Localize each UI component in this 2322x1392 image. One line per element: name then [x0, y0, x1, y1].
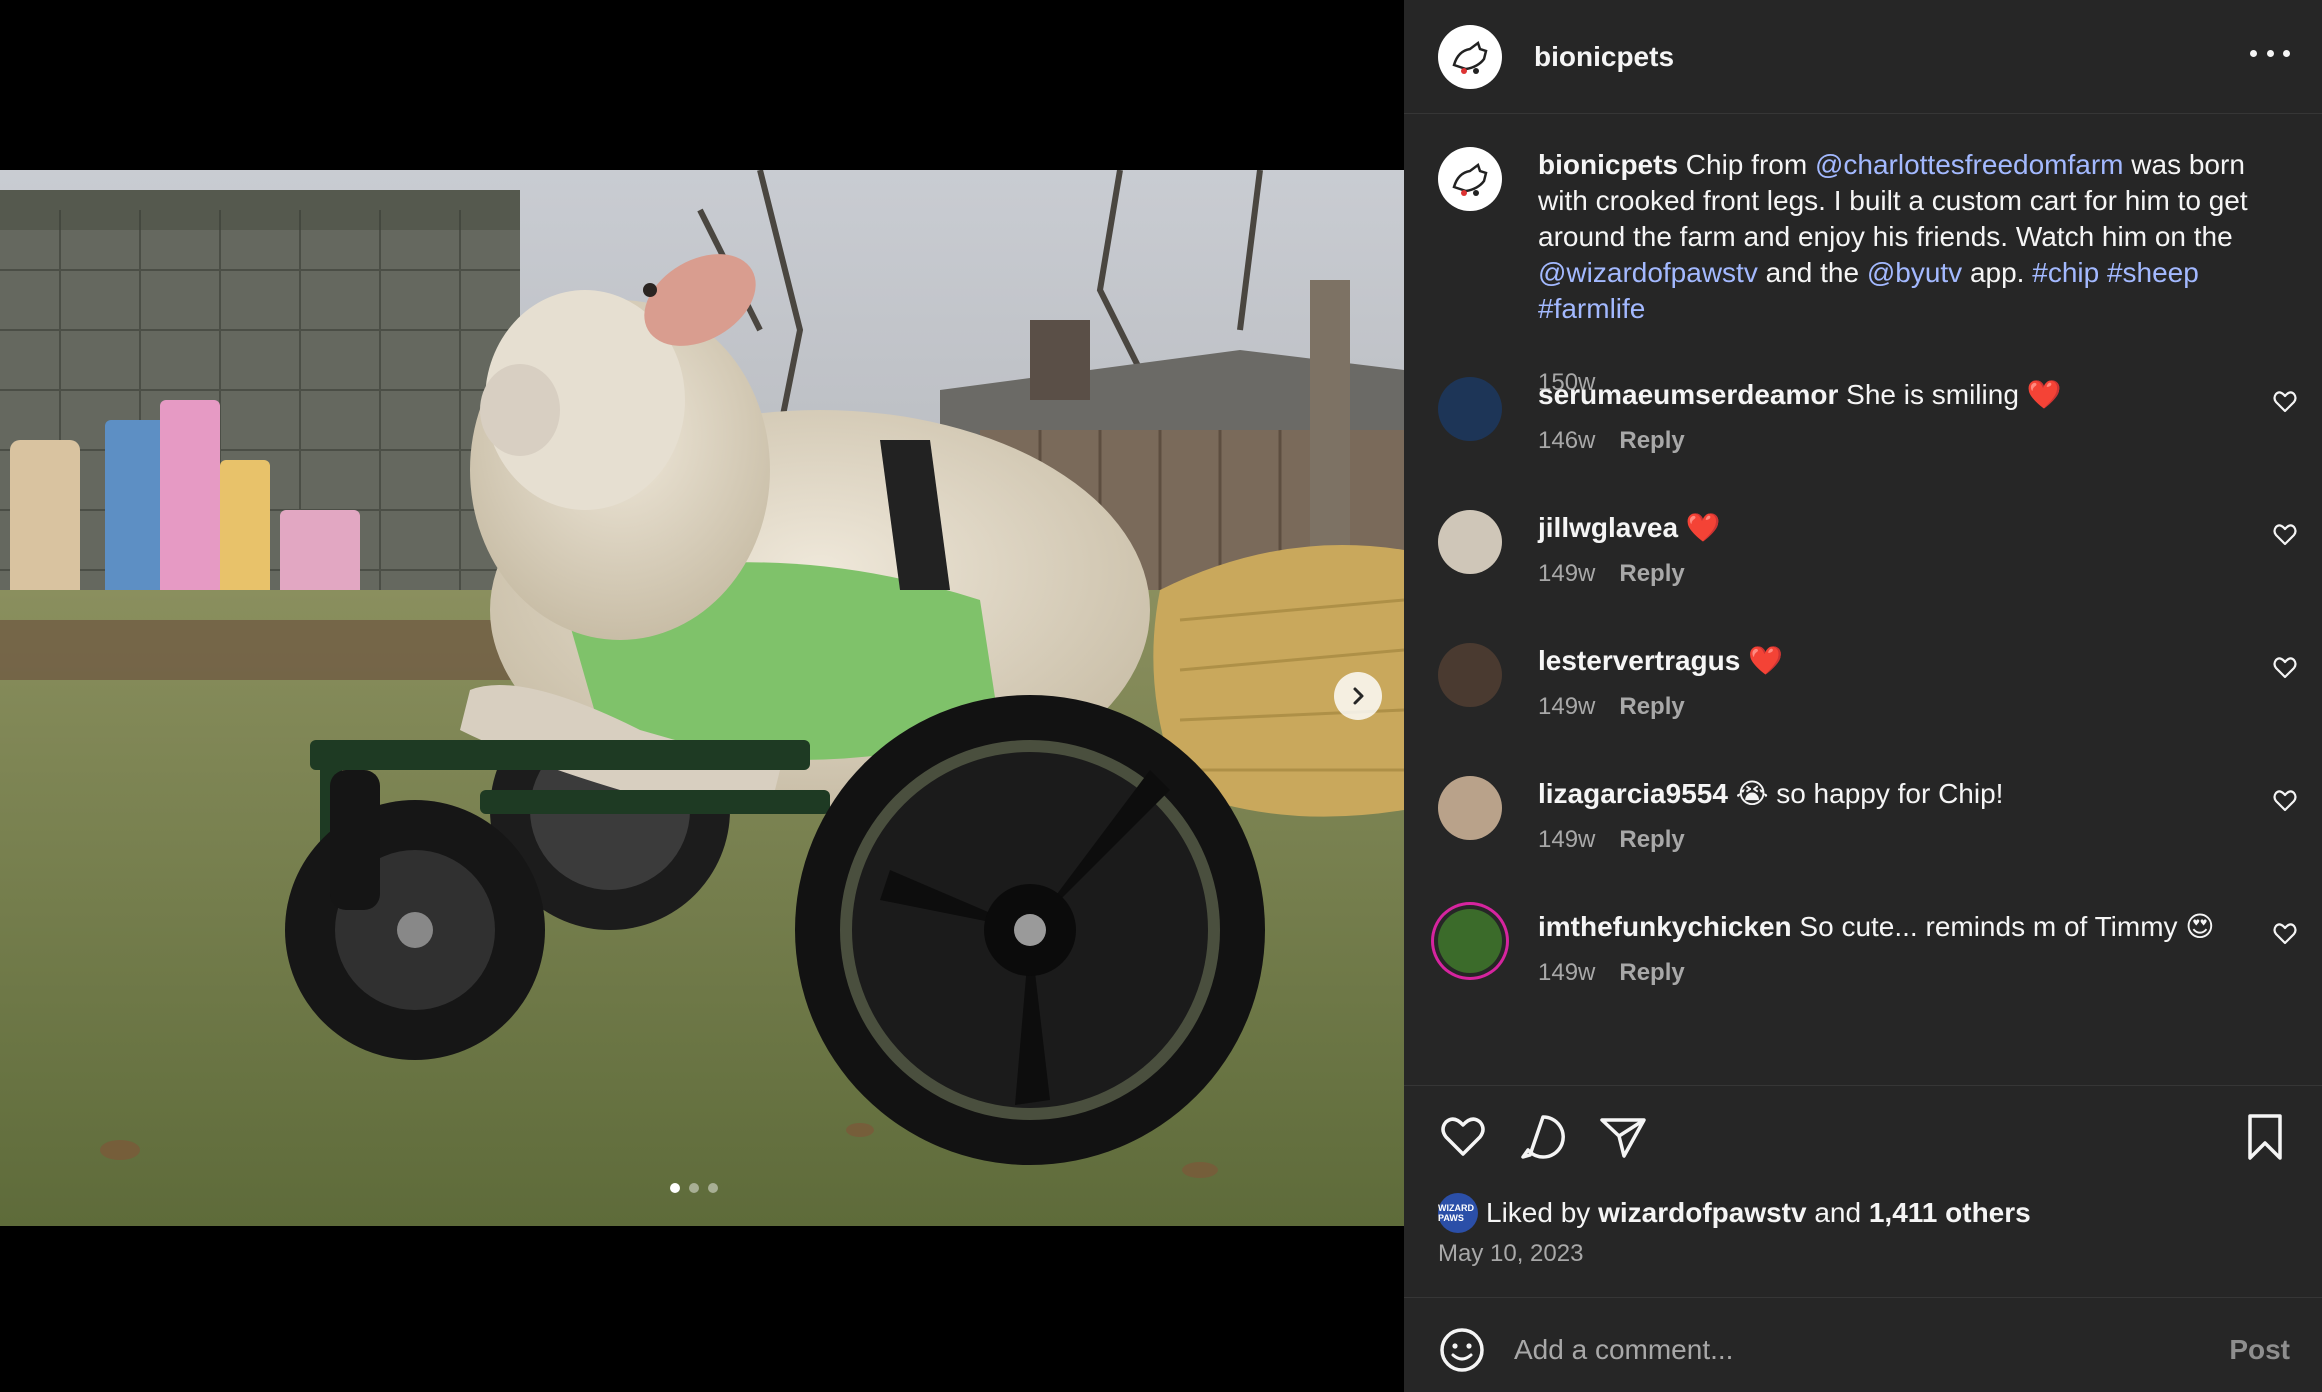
more-icon: [2266, 49, 2274, 57]
comment-text: lestervertragus ❤️: [1538, 643, 2248, 679]
likes-prefix: Liked by: [1486, 1197, 1591, 1228]
comment-age: 149w: [1538, 826, 1596, 853]
comment-age: 149w: [1538, 560, 1596, 587]
comment-text: imthefunkychicken So cute... reminds m o…: [1538, 909, 2248, 945]
commenter-avatar[interactable]: [1438, 643, 1502, 707]
carousel-dot: [689, 1183, 699, 1193]
comments-list[interactable]: bionicpets Chip from @charlottesfreedomf…: [1404, 115, 2322, 1085]
caption-link[interactable]: #farmlife: [1538, 293, 1645, 324]
comment-age: 149w: [1538, 693, 1596, 720]
comment-input[interactable]: [1514, 1334, 2230, 1366]
post-photo[interactable]: [0, 170, 1404, 1226]
comment-row: lestervertragus ❤️ 149w Reply: [1438, 643, 2298, 753]
post-header: bionicpets: [1404, 0, 2322, 114]
comment-body: 😭 so happy for Chip!: [1735, 778, 2004, 809]
comment-age: 149w: [1538, 959, 1596, 986]
comment-meta: 149w Reply: [1538, 560, 1685, 588]
action-bar: [1438, 1112, 2290, 1164]
commenter-username[interactable]: lestervertragus: [1538, 645, 1740, 676]
caption-text-segment: Chip from: [1678, 149, 1815, 180]
share-icon[interactable]: [1598, 1112, 1648, 1162]
post-date: May 10, 2023: [1438, 1240, 1584, 1267]
like-comment-heart-icon[interactable]: [2272, 655, 2298, 681]
liker-avatar[interactable]: WIZARD PAWS: [1438, 1193, 1478, 1233]
reply-button[interactable]: Reply: [1619, 959, 1684, 987]
like-comment-heart-icon[interactable]: [2272, 921, 2298, 947]
comment-body: ❤️: [1748, 645, 1783, 676]
comment-row: jillwglavea ❤️ 149w Reply: [1438, 510, 2298, 620]
comment-age: 146w: [1538, 427, 1596, 454]
caption-link[interactable]: @wizardofpawstv: [1538, 257, 1758, 288]
caption-text: bionicpets Chip from @charlottesfreedomf…: [1538, 147, 2258, 327]
likes-summary: WIZARD PAWS Liked by wizardofpawstv and …: [1438, 1193, 2031, 1233]
author-avatar[interactable]: [1438, 147, 1502, 211]
heart-icon[interactable]: [1438, 1112, 1488, 1162]
bionicpets-logo-icon: [1452, 162, 1488, 196]
likes-and: and: [1814, 1197, 1862, 1228]
comment-meta: 149w Reply: [1538, 826, 1685, 854]
caption-text-segment: and the: [1757, 257, 1867, 288]
reply-button[interactable]: Reply: [1619, 560, 1684, 588]
comment-body: ❤️: [1685, 512, 1721, 543]
like-comment-heart-icon[interactable]: [2272, 788, 2298, 814]
comment-text: serumaeumserdeamor She is smiling ❤️: [1538, 377, 2248, 413]
caption-link[interactable]: @byutv: [1867, 257, 1962, 288]
reply-button[interactable]: Reply: [1619, 826, 1684, 854]
comment-icon[interactable]: [1518, 1112, 1568, 1162]
chevron-right-icon: [1353, 687, 1364, 705]
post-comment-button[interactable]: Post: [2229, 1334, 2290, 1366]
like-comment-heart-icon[interactable]: [2272, 389, 2298, 415]
commenter-avatar[interactable]: [1438, 909, 1502, 973]
reply-button[interactable]: Reply: [1619, 693, 1684, 721]
caption-row: bionicpets Chip from @charlottesfreedomf…: [1438, 147, 2298, 396]
commenter-avatar[interactable]: [1438, 377, 1502, 441]
liker-username[interactable]: wizardofpawstv: [1598, 1197, 1806, 1229]
media-area: [0, 0, 1404, 1392]
caption-text-segment: [2099, 257, 2107, 288]
divider: [1404, 1297, 2322, 1298]
likes-count-link[interactable]: 1,411 others: [1869, 1197, 2031, 1229]
commenter-username[interactable]: imthefunkychicken: [1538, 911, 1792, 942]
commenter-username[interactable]: jillwglavea: [1538, 512, 1678, 543]
author-username[interactable]: bionicpets: [1534, 41, 1674, 73]
emoji-icon[interactable]: [1438, 1326, 1486, 1374]
comment-meta: 146w Reply: [1538, 427, 1685, 455]
caption-link[interactable]: #sheep: [2107, 257, 2199, 288]
caption-username[interactable]: bionicpets: [1538, 149, 1678, 180]
more-icon: [2250, 49, 2257, 57]
commenter-avatar[interactable]: [1438, 776, 1502, 840]
like-comment-heart-icon[interactable]: [2272, 522, 2298, 548]
more-icon: [2283, 49, 2290, 57]
bookmark-icon[interactable]: [2240, 1112, 2290, 1162]
caption-link[interactable]: @charlottesfreedomfarm: [1815, 149, 2124, 180]
divider: [1404, 1085, 2322, 1086]
commenter-avatar[interactable]: [1438, 510, 1502, 574]
commenter-username[interactable]: lizagarcia9554: [1538, 778, 1728, 809]
post-side-panel: bionicpets bionicpets Chip from @charlot…: [1404, 0, 2322, 1392]
caption-text-segment: app.: [1962, 257, 2033, 288]
more-options-button[interactable]: [2250, 38, 2290, 68]
carousel-indicator: [670, 1183, 718, 1193]
bionicpets-logo-icon: [1452, 40, 1488, 74]
carousel-dot: [670, 1183, 680, 1193]
comment-text: lizagarcia9554 😭 so happy for Chip!: [1538, 776, 2248, 812]
comment-row: serumaeumserdeamor She is smiling ❤️ 146w…: [1438, 377, 2298, 487]
add-comment-bar: Post: [1438, 1322, 2290, 1378]
comment-meta: 149w Reply: [1538, 959, 1685, 987]
commenter-username[interactable]: serumaeumserdeamor: [1538, 379, 1838, 410]
caption-link[interactable]: #chip: [2032, 257, 2099, 288]
carousel-dot: [708, 1183, 718, 1193]
carousel-next-button[interactable]: [1334, 672, 1382, 720]
reply-button[interactable]: Reply: [1619, 427, 1684, 455]
comment-row: lizagarcia9554 😭 so happy for Chip! 149w R…: [1438, 776, 2298, 886]
comment-body: So cute... reminds m of Timmy 😍: [1799, 911, 2215, 942]
comment-text: jillwglavea ❤️: [1538, 510, 2248, 546]
sheep-in-wheelchair-image: [0, 170, 1404, 1226]
comment-body: She is smiling ❤️: [1846, 379, 2062, 410]
comment-row: imthefunkychicken So cute... reminds m o…: [1438, 909, 2298, 1019]
comment-meta: 149w Reply: [1538, 693, 1685, 721]
author-avatar[interactable]: [1438, 24, 1502, 89]
